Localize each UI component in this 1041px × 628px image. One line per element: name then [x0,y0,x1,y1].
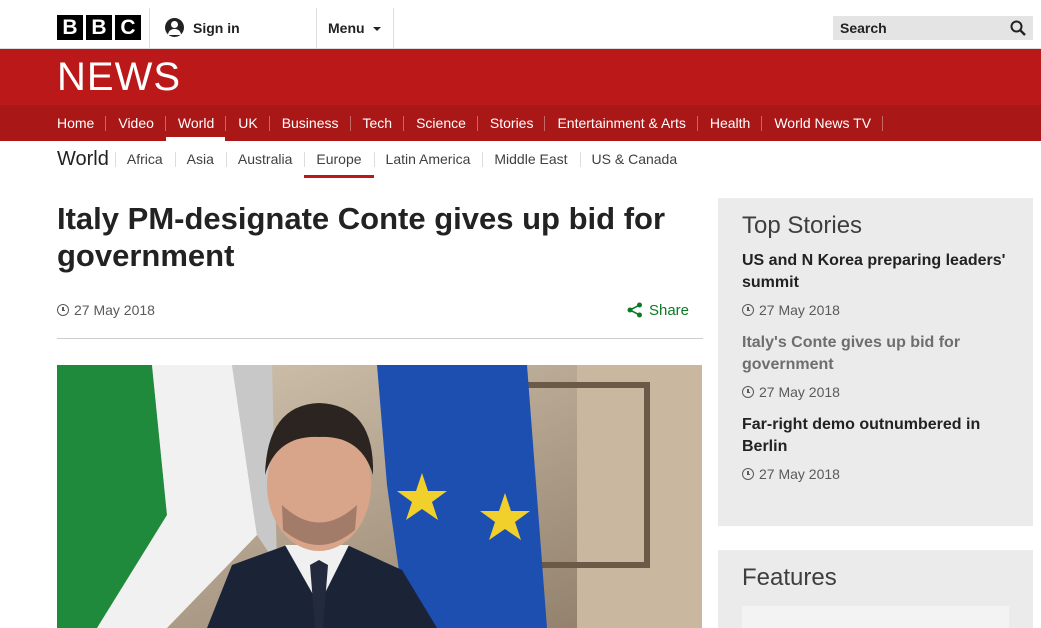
article-headline: Italy PM-designate Conte gives up bid fo… [57,201,666,273]
list-item: Far-right demo outnumbered in Berlin 27 … [742,414,1009,482]
article: Italy PM-designate Conte gives up bid fo… [57,200,703,339]
section-nav-item-us-canada[interactable]: US & Canada [579,141,690,177]
nav-item-health[interactable]: Health [698,105,763,141]
section-title[interactable]: World [57,148,109,171]
date-text: 27 May 2018 [74,302,155,318]
main-nav: Home Video World UK Business Tech Science Stori… [0,105,1041,141]
nav-item-world-news-tv[interactable]: World News TV [762,105,883,141]
story-date: 27 May 2018 [742,302,1009,318]
sign-in-button[interactable]: Sign in [165,18,240,37]
nav-item-uk[interactable]: UK [226,105,271,141]
search-input[interactable] [840,20,1000,36]
list-item: US and N Korea preparing leaders' summit… [742,250,1009,318]
nav-item-video[interactable]: Video [106,105,166,141]
top-stories-title: Top Stories [742,212,863,239]
section-nav-item-europe[interactable]: Europe [304,141,374,178]
clock-icon [57,304,69,316]
sign-in-label: Sign in [193,19,240,36]
share-icon [627,302,642,318]
share-button[interactable]: Share [627,302,689,319]
top-stories-panel: Top Stories US and N Korea preparing lea… [718,198,1033,526]
date-text: 27 May 2018 [759,302,840,318]
search-box [833,16,1033,40]
article-date: 27 May 2018 [57,302,155,318]
nav-item-entertainment-arts[interactable]: Entertainment & Arts [545,105,699,141]
logo-letter: C [115,15,141,40]
news-banner: NEWS [0,49,1041,105]
story-date: 27 May 2018 [742,384,1009,400]
section-nav-item-africa[interactable]: Africa [114,141,175,177]
clock-icon [742,468,754,480]
story-link[interactable]: Far-right demo outnumbered in Berlin [742,414,1009,458]
share-label: Share [648,301,689,319]
list-item: Italy's Conte gives up bid for governmen… [742,332,1009,400]
date-text: 27 May 2018 [759,384,840,400]
clock-icon [742,386,754,398]
bbc-logo[interactable]: B B C [57,15,141,40]
nav-item-stories[interactable]: Stories [478,105,546,141]
story-link[interactable]: US and N Korea preparing leaders' summit [742,250,1009,294]
section-nav-item-australia[interactable]: Australia [225,141,304,177]
features-title: Features [742,564,837,591]
news-logo[interactable]: NEWS [57,55,181,100]
hero-photo [57,365,702,628]
story-link[interactable]: Italy's Conte gives up bid for governmen… [742,332,1009,376]
logo-letter: B [57,15,83,40]
divider [316,8,317,48]
nav-item-science[interactable]: Science [404,105,478,141]
date-text: 27 May 2018 [759,466,840,482]
chevron-down-icon [372,27,381,31]
nav-item-tech[interactable]: Tech [351,105,405,141]
divider [149,8,150,48]
nav-item-home[interactable]: Home [45,105,107,141]
divider [393,8,394,48]
section-nav-item-latin-america[interactable]: Latin America [373,141,483,177]
article-meta: 27 May 2018 Share [57,296,703,339]
nav-item-business[interactable]: Business [270,105,351,141]
top-bar: B B C Sign in Menu [0,0,1041,49]
section-nav-item-middle-east[interactable]: Middle East [482,141,579,177]
search-icon[interactable] [1010,20,1026,36]
feature-card[interactable] [742,606,1009,628]
section-nav-item-asia[interactable]: Asia [174,141,226,177]
features-panel: Features [718,550,1033,628]
menu-button[interactable]: Menu [328,20,381,36]
logo-letter: B [86,15,112,40]
section-nav: World Africa Asia Australia Europe Latin Ame… [0,141,1041,178]
nav-item-world[interactable]: World [165,105,227,141]
article-hero-image [57,365,702,628]
story-date: 27 May 2018 [742,466,1009,482]
user-icon [165,18,184,37]
menu-label: Menu [328,20,365,36]
clock-icon [742,304,754,316]
